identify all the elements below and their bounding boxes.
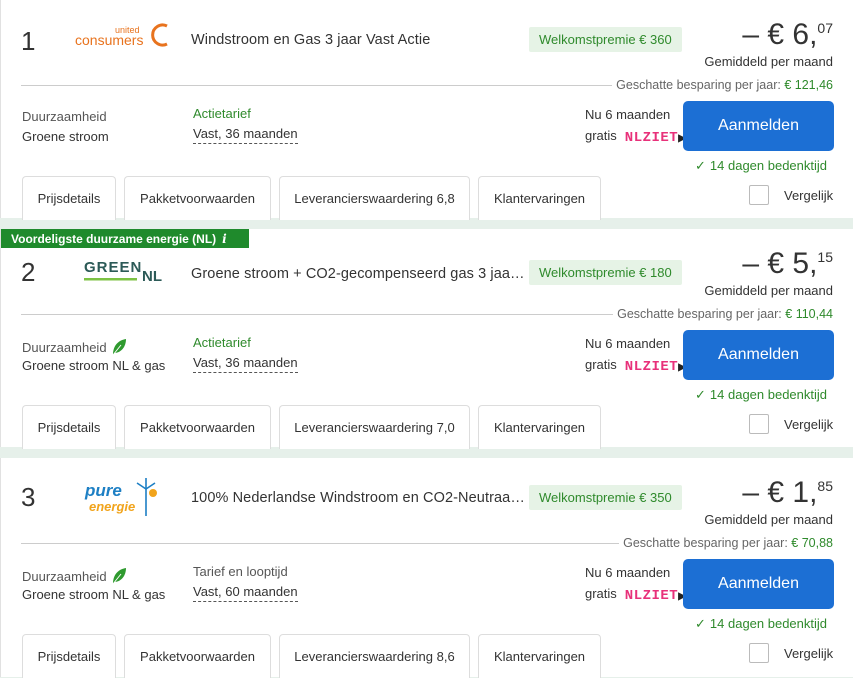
tariff-type: Actietarief <box>193 106 251 121</box>
annual-savings: Geschatte besparing per jaar: € 70,88 <box>619 536 833 550</box>
promo-line: Nu 6 maanden <box>585 336 671 351</box>
welcome-bonus-badge: Welkomstpremie € 180 <box>529 260 682 285</box>
compare-label[interactable]: Vergelijk <box>784 188 833 203</box>
check-icon: ✓ <box>695 616 706 631</box>
united-consumers-logo: united consumers <box>75 18 175 62</box>
promo-line: Nu 6 maanden <box>585 107 671 122</box>
welcome-bonus-badge: Welkomstpremie € 360 <box>529 27 682 52</box>
tab-customer-reviews[interactable]: Klantervaringen <box>478 176 601 220</box>
promo-line-2: gratisNLZIET▶ <box>585 357 686 375</box>
sustainability-label: Duurzaamheid <box>22 567 127 585</box>
price-block: – € 5,15 Gemiddeld per maand <box>704 247 833 298</box>
product-name[interactable]: Windstroom en Gas 3 jaar Vast Actie <box>191 32 526 48</box>
featured-label: Voordeligste duurzame energie (NL) i <box>1 229 249 248</box>
tariff-duration[interactable]: Vast, 60 maanden <box>193 584 298 602</box>
annual-savings: Geschatte besparing per jaar: € 121,46 <box>612 78 833 92</box>
signup-button[interactable]: Aanmelden <box>683 559 834 609</box>
cooling-off-period: ✓ 14 dagen bedenktijd <box>695 387 828 402</box>
cooling-off-period: ✓ 14 dagen bedenktijd <box>695 616 828 631</box>
tariff-type: Actietarief <box>193 335 251 350</box>
offer-card: 1 united consumers Windstroom en Gas 3 j… <box>0 0 853 220</box>
tariff-duration[interactable]: Vast, 36 maanden <box>193 355 298 373</box>
price-block: – € 6,07 Gemiddeld per maand <box>704 18 833 69</box>
promo-line-2: gratisNLZIET▶ <box>585 586 686 604</box>
compare-label[interactable]: Vergelijk <box>784 417 833 432</box>
cooling-off-period: ✓ 14 dagen bedenktijd <box>695 158 828 173</box>
tab-price-details[interactable]: Prijsdetails <box>22 176 116 220</box>
logo-text-line2: consumers <box>75 32 143 48</box>
logo-text-line1: GREEN <box>84 259 142 276</box>
sustainability-value: Groene stroom NL & gas <box>22 587 166 602</box>
price-period: Gemiddeld per maand <box>704 283 833 298</box>
nlziet-logo: NLZIET▶ <box>625 359 687 375</box>
tab-package-terms[interactable]: Pakketvoorwaarden <box>124 634 271 678</box>
offer-rank: 3 <box>21 482 36 512</box>
sustainability-value: Groene stroom <box>22 129 109 144</box>
tab-customer-reviews[interactable]: Klantervaringen <box>478 634 601 678</box>
nlziet-logo: NLZIET▶ <box>625 588 687 604</box>
compare-checkbox[interactable] <box>749 185 769 205</box>
logo-text-line2: energie <box>89 499 135 514</box>
annual-savings: Geschatte besparing per jaar: € 110,44 <box>613 307 833 321</box>
offer-rank: 2 <box>21 257 36 287</box>
greennl-logo: GREEN NL <box>75 251 175 295</box>
sustainability-label: Duurzaamheid <box>22 338 127 356</box>
compare-checkbox[interactable] <box>749 414 769 434</box>
logo-text-line1: pure <box>84 481 122 500</box>
price-period: Gemiddeld per maand <box>704 54 833 69</box>
offer-card: Voordeligste duurzame energie (NL) i 2 GR… <box>0 229 853 449</box>
pure-energie-logo: pure energie <box>75 476 175 520</box>
nlziet-logo: NLZIET▶ <box>625 130 687 146</box>
monthly-price: – € 5,15 <box>742 247 833 280</box>
leaf-icon <box>112 339 126 356</box>
price-period: Gemiddeld per maand <box>704 512 833 527</box>
product-name[interactable]: 100% Nederlandse Windstroom en CO2-Neutr… <box>191 490 526 506</box>
tariff-duration[interactable]: Vast, 36 maanden <box>193 126 298 144</box>
leaf-icon <box>112 568 126 585</box>
signup-button[interactable]: Aanmelden <box>683 101 834 151</box>
info-icon[interactable]: i <box>222 232 227 246</box>
tab-price-details[interactable]: Prijsdetails <box>22 634 116 678</box>
tab-customer-reviews[interactable]: Klantervaringen <box>478 405 601 449</box>
welcome-bonus-badge: Welkomstpremie € 350 <box>529 485 682 510</box>
compare-label[interactable]: Vergelijk <box>784 646 833 661</box>
promo-line-2: gratisNLZIET▶ <box>585 128 686 146</box>
offer-rank: 1 <box>21 26 36 56</box>
price-block: – € 1,85 Gemiddeld per maand <box>704 476 833 527</box>
tab-package-terms[interactable]: Pakketvoorwaarden <box>124 176 271 220</box>
monthly-price: – € 6,07 <box>742 18 833 51</box>
tab-price-details[interactable]: Prijsdetails <box>22 405 116 449</box>
compare-checkbox[interactable] <box>749 643 769 663</box>
sustainability-value: Groene stroom NL & gas <box>22 358 166 373</box>
tab-package-terms[interactable]: Pakketvoorwaarden <box>124 405 271 449</box>
tariff-type: Tarief en looptijd <box>193 564 288 579</box>
sustainability-label: Duurzaamheid <box>22 109 107 124</box>
check-icon: ✓ <box>695 387 706 402</box>
product-name[interactable]: Groene stroom + CO2-gecompenseerd gas 3 … <box>191 266 526 282</box>
tab-supplier-rating[interactable]: Leverancierswaardering 6,8 <box>279 176 470 220</box>
tab-supplier-rating[interactable]: Leverancierswaardering 7,0 <box>279 405 470 449</box>
check-icon: ✓ <box>695 158 706 173</box>
logo-text-line2: NL <box>142 268 162 285</box>
signup-button[interactable]: Aanmelden <box>683 330 834 380</box>
monthly-price: – € 1,85 <box>742 476 833 509</box>
offer-card: 3 pure energie 100% Nederlandse Windstro… <box>0 458 853 678</box>
tab-supplier-rating[interactable]: Leverancierswaardering 8,6 <box>279 634 470 678</box>
promo-line: Nu 6 maanden <box>585 565 671 580</box>
